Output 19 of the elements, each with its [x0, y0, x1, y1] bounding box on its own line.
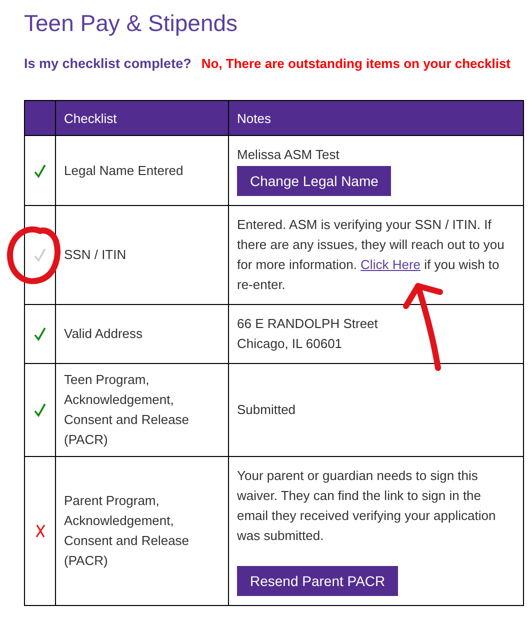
note-text: Chicago, IL 60601	[237, 335, 344, 354]
checklist-status: No, There are outstanding items on your checklist	[201, 55, 511, 73]
note-text: Your parent or guardian needs to sign this waiver. They can find the link to sign in the email they received verifying your application was submitted.	[237, 467, 497, 546]
column-header: Notes	[237, 110, 271, 126]
checklist-item: Parent Program, Acknowledgement, Consent and Release (PACR)	[64, 493, 190, 568]
checklist-item: Valid Address	[64, 326, 143, 342]
checklist-question: Is my checklist complete?	[24, 55, 192, 73]
checklist-item: Legal Name Entered	[64, 162, 184, 178]
click-here-link[interactable]: Click Here	[360, 257, 421, 272]
page-title: Teen Pay & Stipends	[24, 9, 238, 38]
note-text: 66 E RANDOLPH Street	[237, 315, 379, 334]
action-button[interactable]: Change Legal Name	[237, 166, 392, 196]
note-text: Entered. ASM is verifying your SSN / ITIN. If there are any issues, they will reach out to you for more information. Click Here if you wish to re-enter.	[237, 216, 506, 294]
checklist-item: Teen Program, Acknowledgement, Consent and Release (PACR)	[64, 372, 190, 448]
checklist-item: SSN / ITIN	[64, 247, 126, 262]
action-button[interactable]: Resend Parent PACR	[237, 566, 398, 596]
note-text: Submitted	[237, 401, 297, 420]
note-text: Melissa ASM Test	[237, 146, 340, 164]
column-header: Checklist	[64, 110, 117, 126]
